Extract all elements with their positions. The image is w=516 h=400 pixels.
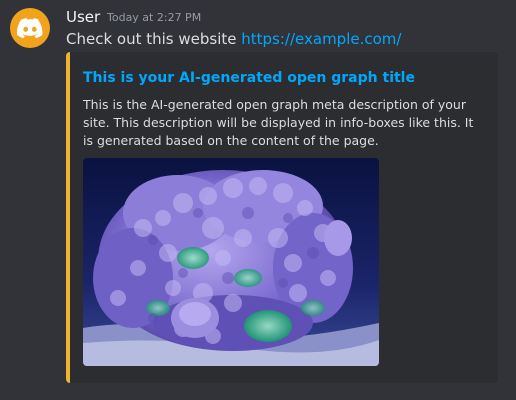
message-content: Check out this website https://example.c… [66, 29, 401, 49]
coral-photo [83, 158, 379, 366]
link-embed: This is your AI-generated open graph tit… [66, 52, 498, 383]
message-author[interactable]: User [66, 7, 100, 27]
avatar[interactable] [10, 8, 50, 48]
discord-logo-icon [17, 18, 43, 38]
embed-image[interactable] [83, 158, 379, 366]
message-timestamp: Today at 2:27 PM [107, 11, 202, 24]
message-text: Check out this website [66, 30, 242, 48]
embed-title[interactable]: This is your AI-generated open graph tit… [83, 68, 415, 88]
embed-description: This is the AI-generated open graph meta… [83, 97, 474, 148]
message-link[interactable]: https://example.com/ [241, 30, 401, 48]
